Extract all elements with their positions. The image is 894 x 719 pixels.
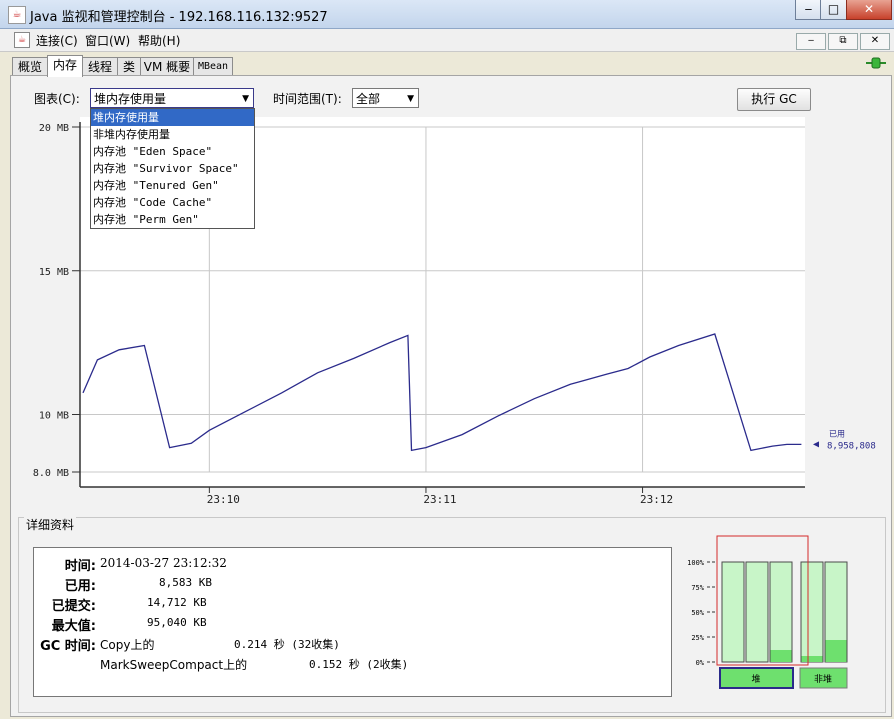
dropdown-option[interactable]: 非堆内存使用量 bbox=[91, 126, 254, 143]
dropdown-option[interactable]: 堆内存使用量 bbox=[91, 109, 254, 126]
x-tick-label: 23:10 bbox=[207, 493, 240, 506]
y-tick-label: 8.0 MB bbox=[33, 468, 69, 479]
chart-selector-dropdown[interactable]: 堆内存使用量 非堆内存使用量 内存池 "Eden Space" 内存池 "Surviv… bbox=[90, 108, 255, 229]
series-name-label: 已用 bbox=[829, 429, 845, 438]
tab-memory[interactable]: 内存 bbox=[47, 55, 83, 77]
pool-tick-label: 50% bbox=[691, 609, 704, 617]
committed-value: 14,712 KB bbox=[147, 596, 207, 609]
pool-tick-label: 75% bbox=[691, 584, 704, 592]
y-tick-label: 20 MB bbox=[39, 123, 69, 134]
gc2-name: MarkSweepCompact上的 bbox=[100, 658, 248, 672]
max-value: 95,040 KB bbox=[147, 616, 207, 629]
pool-tick-label: 0% bbox=[696, 659, 705, 667]
memory-pool-bars: 100% 75% 50% 25% 0% 堆 非堆 bbox=[687, 535, 848, 689]
details-info-box: 时间: 2014-03-27 23:12:32 已用: 8,583 KB 已提交… bbox=[33, 547, 672, 697]
pool-tick-label: 25% bbox=[691, 634, 704, 642]
gc1-name: Copy上的 bbox=[100, 638, 155, 652]
dropdown-option[interactable]: 内存池 "Eden Space" bbox=[91, 143, 254, 160]
x-tick-label: 23:12 bbox=[640, 493, 673, 506]
used-value: 8,583 KB bbox=[159, 576, 212, 589]
pool-bar[interactable] bbox=[721, 561, 745, 663]
committed-label: 已提交: bbox=[51, 599, 96, 614]
heap-button-label: 堆 bbox=[751, 674, 760, 685]
dropdown-option[interactable]: 内存池 "Code Cache" bbox=[91, 194, 254, 211]
pool-bar-fill bbox=[825, 640, 847, 662]
pool-bar-fill bbox=[801, 656, 823, 662]
current-value-marker bbox=[813, 441, 819, 448]
used-label: 已用: bbox=[64, 579, 96, 594]
pool-bar[interactable] bbox=[769, 561, 793, 663]
gc2-time: 0.152 秒 (2收集) bbox=[309, 658, 409, 671]
dropdown-option[interactable]: 内存池 "Tenured Gen" bbox=[91, 177, 254, 194]
pool-tick-label: 100% bbox=[687, 559, 705, 567]
gc-time-label: GC 时间: bbox=[40, 639, 96, 654]
details-section: 详细资料 时间: 2014-03-27 23:12:32 已用: 8,583 K… bbox=[18, 516, 886, 713]
y-tick-label: 15 MB bbox=[39, 267, 69, 278]
time-value: 2014-03-27 23:12:32 bbox=[100, 556, 227, 570]
details-title: 详细资料 bbox=[24, 516, 77, 533]
pool-bar-fill bbox=[770, 650, 792, 662]
x-tick-label: 23:11 bbox=[423, 493, 456, 506]
nonheap-button-label: 非堆 bbox=[814, 673, 832, 685]
pool-bar[interactable] bbox=[745, 561, 769, 663]
current-value-label: 8,958,808 bbox=[827, 441, 876, 451]
dropdown-option[interactable]: 内存池 "Survivor Space" bbox=[91, 160, 254, 177]
max-label: 最大值: bbox=[51, 619, 96, 634]
time-label: 时间: bbox=[64, 559, 96, 574]
dropdown-option[interactable]: 内存池 "Perm Gen" bbox=[91, 211, 254, 228]
gc1-time: 0.214 秒 (32收集) bbox=[234, 638, 340, 651]
pool-bar[interactable] bbox=[800, 561, 824, 663]
y-tick-label: 10 MB bbox=[39, 411, 69, 422]
